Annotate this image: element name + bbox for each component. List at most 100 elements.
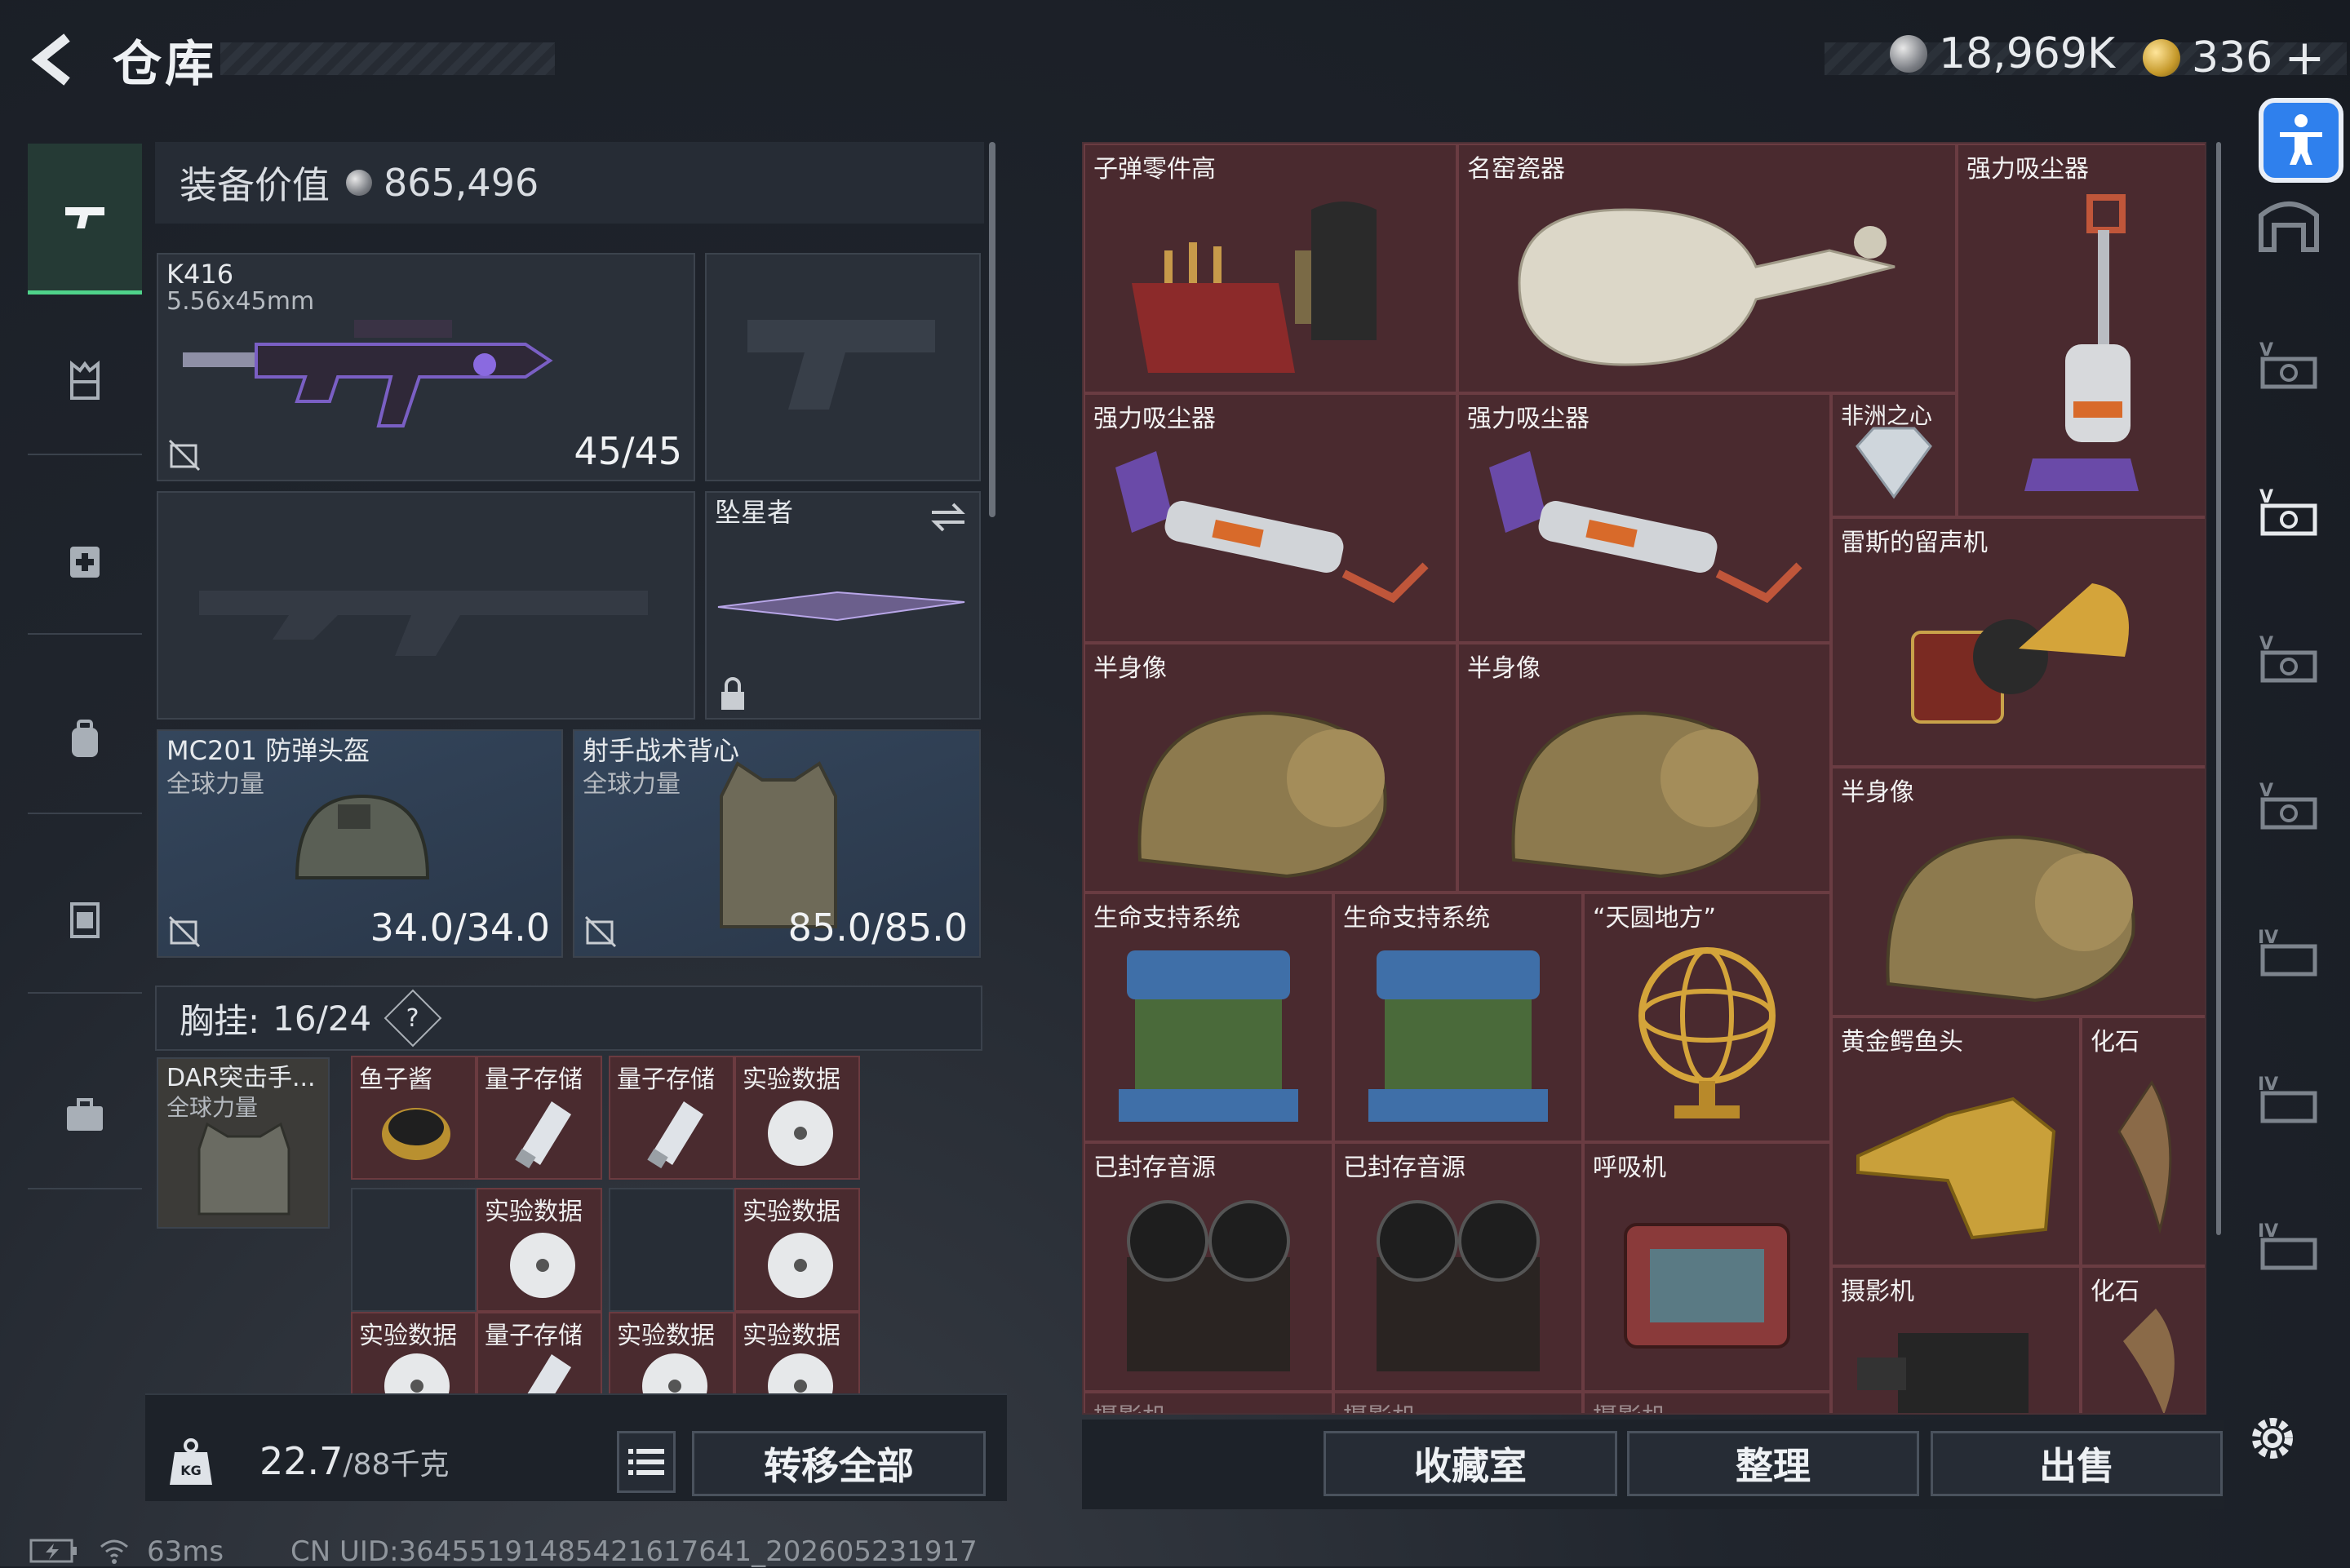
- melee-slot[interactable]: 坠星者: [705, 491, 981, 720]
- rail-tab-storage-5[interactable]: IV: [2244, 906, 2334, 995]
- storage-item[interactable]: 强力吸尘器: [1957, 144, 2205, 517]
- helmet-slot[interactable]: MC201 防弹头盔 全球力量 34.0/34.0: [157, 729, 563, 958]
- storage-item[interactable]: 半身像: [1457, 643, 1831, 893]
- pistol-silhouette-icon: [747, 320, 935, 410]
- list-icon: [628, 1449, 664, 1475]
- chest-rig-slot[interactable]: DAR突击手... 全球力量: [157, 1057, 330, 1229]
- tab-backpack[interactable]: [28, 666, 142, 814]
- storage-item[interactable]: 子弹零件高: [1084, 144, 1457, 393]
- medkit-icon: [70, 547, 100, 578]
- storage-item[interactable]: 半身像: [1084, 643, 1457, 893]
- storage-scrollbar[interactable]: [2216, 142, 2221, 1235]
- tab-container[interactable]: [28, 845, 142, 994]
- item-name: 生命支持系统: [1343, 904, 1490, 932]
- item-name: 摄影机: [1343, 1397, 1417, 1413]
- rail-tab-storage-7[interactable]: IV: [2244, 1199, 2334, 1289]
- tab-weapons[interactable]: [28, 144, 142, 295]
- storage-item[interactable]: 化石: [2081, 1266, 2205, 1413]
- battery-icon: [29, 1539, 77, 1563]
- silver-coin-icon: [1890, 35, 1927, 73]
- rail-tab-storage-1[interactable]: V: [2244, 318, 2334, 408]
- rig-cell[interactable]: 量子存储: [477, 1056, 602, 1180]
- item-name: 实验数据: [485, 1198, 583, 1226]
- storage-item[interactable]: 摄影机: [1333, 1392, 1583, 1413]
- storage-item[interactable]: 非洲之心: [1831, 393, 1957, 517]
- left-scrollbar[interactable]: [989, 142, 995, 517]
- back-arrow-icon[interactable]: [24, 31, 82, 88]
- gold-coin-icon: [2143, 39, 2180, 77]
- silver-coin-icon: [346, 170, 372, 196]
- collection-button[interactable]: 收藏室: [1324, 1431, 1617, 1496]
- item-name: 呼吸机: [1593, 1154, 1666, 1182]
- life-support-icon: [1368, 950, 1548, 1123]
- help-icon[interactable]: ?: [384, 989, 442, 1048]
- page-title: 仓库: [113, 36, 217, 93]
- title-decoration: [220, 42, 555, 75]
- armor-slot[interactable]: 射手战术背心 全球力量 85.0/85.0: [573, 729, 981, 958]
- gold-currency[interactable]: 336 +: [2143, 29, 2326, 86]
- bust-statue-icon: [1511, 711, 1761, 879]
- rig-cell-empty[interactable]: [351, 1188, 477, 1312]
- storage-item[interactable]: 摄影机: [1831, 1266, 2081, 1413]
- disc-icon: [510, 1233, 575, 1298]
- bust-statue-icon: [1137, 711, 1387, 879]
- rig-capacity: 16/24: [273, 998, 372, 1039]
- storage-item[interactable]: 已封存音源: [1084, 1142, 1333, 1392]
- storage-item[interactable]: 摄影机: [1583, 1392, 1831, 1413]
- item-name: 实验数据: [743, 1322, 840, 1350]
- chest-rig-bar: 胸挂: 16/24 ?: [155, 986, 982, 1051]
- sell-button[interactable]: 出售: [1931, 1431, 2223, 1496]
- storage-item[interactable]: 强力吸尘器: [1457, 393, 1831, 643]
- vacuum-cleaner-icon: [1115, 451, 1429, 604]
- pistol-icon: [65, 207, 104, 228]
- sidearm-slot[interactable]: [705, 253, 981, 481]
- rig-cell[interactable]: 实验数据: [734, 1056, 860, 1180]
- vault-icon: V: [2259, 634, 2317, 683]
- rig-cell[interactable]: 实验数据: [734, 1188, 860, 1312]
- rail-tab-storage-2[interactable]: V: [2244, 465, 2334, 555]
- storage-item[interactable]: 摄影机: [1084, 1392, 1333, 1413]
- rail-tab-storage-3[interactable]: V: [2244, 612, 2334, 702]
- secondary-weapon-slot[interactable]: [157, 491, 695, 720]
- rig-cell[interactable]: 鱼子酱: [351, 1056, 477, 1180]
- settings-gear-icon[interactable]: [2246, 1411, 2299, 1465]
- armor-faction: 全球力量: [583, 770, 681, 799]
- primary-weapon-slot[interactable]: K416 5.56x45mm 45/45: [157, 253, 695, 481]
- vacuum-cleaner-icon: [2024, 194, 2139, 492]
- storage-item[interactable]: 生命支持系统: [1084, 893, 1333, 1142]
- transfer-all-button[interactable]: 转移全部: [692, 1431, 986, 1496]
- storage-item[interactable]: 黄金鳄鱼头: [1831, 1017, 2081, 1266]
- storage-item[interactable]: 已封存音源: [1333, 1142, 1583, 1392]
- storage-item[interactable]: “天圆地方”: [1583, 893, 1831, 1142]
- list-view-button[interactable]: [617, 1431, 676, 1493]
- rail-tab-storage-4[interactable]: V: [2244, 759, 2334, 848]
- item-name: 化石: [2091, 1278, 2139, 1306]
- item-name: 半身像: [1467, 654, 1541, 683]
- rig-cell-empty[interactable]: [609, 1188, 734, 1312]
- tape-recorder-icon: [1127, 1200, 1290, 1372]
- item-name: 量子存储: [617, 1065, 715, 1094]
- storage-item[interactable]: 雷斯的留声机: [1831, 517, 2205, 767]
- rail-tab-home[interactable]: [2244, 179, 2334, 269]
- helmet-faction: 全球力量: [166, 770, 264, 799]
- add-gold-button[interactable]: +: [2284, 29, 2325, 86]
- swap-icon[interactable]: [929, 501, 968, 534]
- storage-item[interactable]: 强力吸尘器: [1084, 393, 1457, 643]
- tab-armor[interactable]: [28, 307, 142, 455]
- rig-cell[interactable]: 实验数据: [477, 1188, 602, 1312]
- rifle-icon: [183, 320, 553, 427]
- primary-weapon-ammo: 45/45: [574, 429, 682, 473]
- rig-cell[interactable]: 量子存储: [609, 1056, 734, 1180]
- rig-icon: [197, 1122, 290, 1216]
- user-uid: CN UID:36455191485421617641_202605231917: [290, 1535, 978, 1568]
- sort-button[interactable]: 整理: [1627, 1431, 1919, 1496]
- storage-item[interactable]: 化石: [2081, 1017, 2205, 1266]
- storage-item[interactable]: 名窑瓷器: [1457, 144, 1957, 393]
- storage-item[interactable]: 生命支持系统: [1333, 893, 1583, 1142]
- tab-medical[interactable]: [28, 486, 142, 635]
- storage-item[interactable]: 呼吸机: [1583, 1142, 1831, 1392]
- storage-item[interactable]: 半身像: [1831, 767, 2205, 1017]
- tab-case[interactable]: [28, 1041, 142, 1189]
- rail-tab-storage-6[interactable]: IV: [2244, 1052, 2334, 1142]
- item-name: 强力吸尘器: [1467, 405, 1590, 433]
